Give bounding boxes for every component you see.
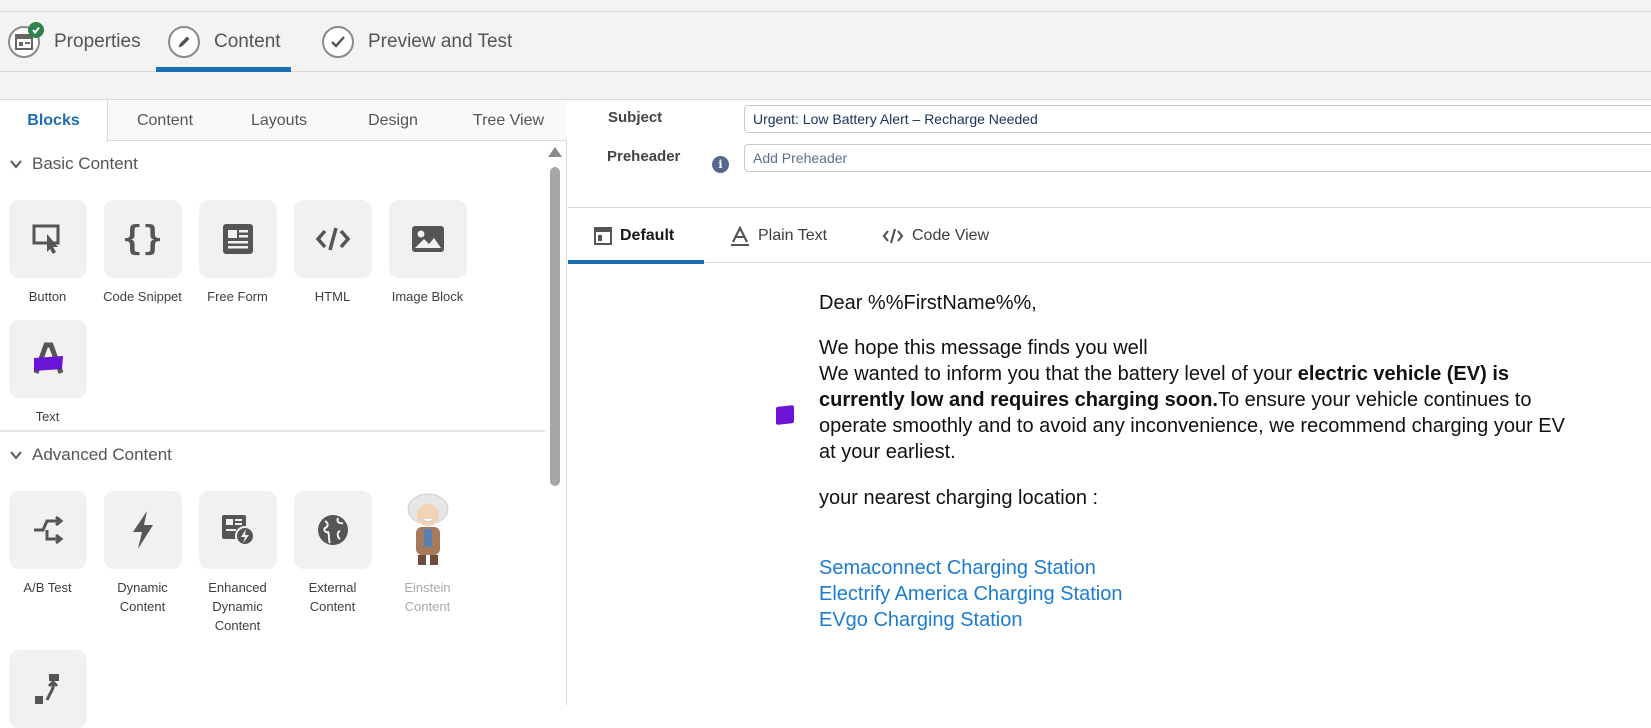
properties-icon	[8, 22, 44, 58]
info-icon[interactable]: i	[712, 156, 729, 173]
email-paragraph: We wanted to inform you that the battery…	[819, 361, 1579, 465]
preheader-input[interactable]: Add Preheader	[744, 144, 1651, 172]
block-code-snippet[interactable]: {} Code Snippet	[95, 200, 190, 306]
einstein-icon	[407, 493, 448, 565]
step-label: Content	[214, 31, 281, 52]
text-icon	[33, 342, 63, 374]
text-block-marker-icon[interactable]	[776, 405, 794, 425]
block-label: Dynamic Content	[117, 580, 168, 614]
paragraph-start: We wanted to inform you that the battery…	[819, 363, 1298, 385]
active-tab-indicator	[568, 260, 704, 264]
link-evgo[interactable]: EVgo Charging Station	[819, 607, 1579, 633]
image-icon	[411, 226, 444, 252]
toolbar-gap	[0, 72, 1651, 100]
block-label: HTML	[314, 289, 351, 304]
tab-label: Default	[620, 226, 675, 244]
free-form-icon	[222, 224, 253, 254]
link-semaconnect[interactable]: Semaconnect Charging Station	[819, 555, 1579, 581]
tab-label: Plain Text	[758, 226, 828, 244]
email-body[interactable]: Dear %%FirstName%%, We hope this message…	[819, 290, 1579, 633]
completed-check-icon	[28, 22, 44, 38]
basic-content-header[interactable]: Basic Content	[8, 154, 138, 174]
block-html[interactable]: HTML	[285, 200, 380, 306]
pencil-icon	[168, 26, 200, 58]
tab-default[interactable]: Default	[568, 208, 704, 264]
block-label: Image Block	[391, 289, 464, 304]
block-free-form[interactable]: Free Form	[190, 200, 285, 306]
block-image[interactable]: Image Block	[380, 200, 475, 306]
section-title: Basic Content	[32, 154, 138, 173]
step-label: Preview and Test	[368, 31, 513, 52]
scroll-up-arrow-icon[interactable]	[548, 147, 562, 157]
block-label: Einstein Content	[404, 580, 451, 614]
section-divider	[0, 430, 545, 432]
step-preview-and-test[interactable]: Preview and Test	[322, 12, 512, 72]
step-label: Properties	[54, 31, 141, 52]
text-format-icon	[731, 225, 749, 246]
block-label: Enhanced Dynamic Content	[208, 580, 267, 633]
block-text[interactable]: Text	[0, 320, 95, 426]
block-label: External Content	[308, 580, 357, 614]
email-editor: Subject Urgent: Low Battery Alert – Rech…	[568, 100, 1651, 705]
email-greeting: Dear %%FirstName%%,	[819, 292, 1037, 314]
location-intro: your nearest charging location :	[819, 487, 1099, 509]
tab-code-view[interactable]: Code View	[882, 208, 989, 263]
blocks-panel: Blocks Content Layouts Design Tree View …	[0, 100, 567, 728]
ab-test-icon	[33, 515, 63, 545]
tab-plain-text[interactable]: Plain Text	[730, 208, 827, 263]
layout-icon	[594, 226, 612, 245]
code-icon	[882, 228, 904, 243]
subject-input[interactable]: Urgent: Low Battery Alert – Recharge Nee…	[744, 105, 1651, 133]
block-enhanced-dynamic-content[interactable]: Enhanced Dynamic Content	[190, 491, 285, 635]
flow-icon	[34, 674, 59, 704]
blocks-scrollbar[interactable]	[545, 141, 565, 705]
block-dynamic-content[interactable]: Dynamic Content	[95, 491, 190, 616]
enhanced-dynamic-icon	[221, 515, 255, 546]
top-strip	[0, 0, 1651, 12]
view-tabs: Default Plain Text Code View	[568, 208, 1651, 264]
checkmark-icon	[322, 26, 354, 58]
left-panel-tabs: Blocks Content Layouts Design Tree View	[0, 100, 567, 142]
subject-label: Subject	[608, 109, 663, 126]
curly-braces-icon: {}	[122, 219, 163, 259]
chevron-down-icon	[10, 160, 22, 169]
button-cursor-icon	[32, 224, 59, 254]
block-label: Text	[35, 409, 60, 424]
chevron-down-icon	[10, 451, 22, 460]
tab-layouts[interactable]: Layouts	[222, 100, 336, 141]
code-icon	[315, 227, 350, 251]
tab-design[interactable]: Design	[336, 100, 450, 141]
block-ab-test[interactable]: A/B Test	[0, 491, 95, 597]
advanced-content-header[interactable]: Advanced Content	[8, 445, 172, 465]
block-partial[interactable]	[0, 650, 95, 728]
step-content[interactable]: Content	[156, 12, 291, 73]
section-title: Advanced Content	[32, 445, 172, 464]
tab-label: Code View	[912, 226, 990, 244]
tab-tree-view[interactable]: Tree View	[450, 100, 567, 141]
preheader-label: Preheader	[607, 148, 681, 165]
tab-blocks[interactable]: Blocks	[0, 100, 108, 142]
block-label: Free Form	[207, 289, 268, 304]
globe-icon	[317, 515, 348, 545]
block-external-content[interactable]: External Content	[285, 491, 380, 616]
block-label: Code Snippet	[103, 289, 182, 304]
block-label: A/B Test	[23, 580, 72, 595]
scrollbar-thumb[interactable]	[550, 167, 560, 486]
email-line-1: We hope this message finds you well	[819, 337, 1148, 359]
step-navigation: Properties Content Preview and Test	[0, 12, 1651, 73]
link-electrify-america[interactable]: Electrify America Charging Station	[819, 581, 1579, 607]
block-button[interactable]: Button	[0, 200, 95, 306]
step-properties[interactable]: Properties	[8, 12, 141, 72]
block-label: Button	[28, 289, 67, 304]
lightning-icon	[132, 511, 153, 549]
tab-content[interactable]: Content	[108, 100, 222, 141]
block-einstein-content[interactable]: Einstein Content	[380, 491, 475, 616]
